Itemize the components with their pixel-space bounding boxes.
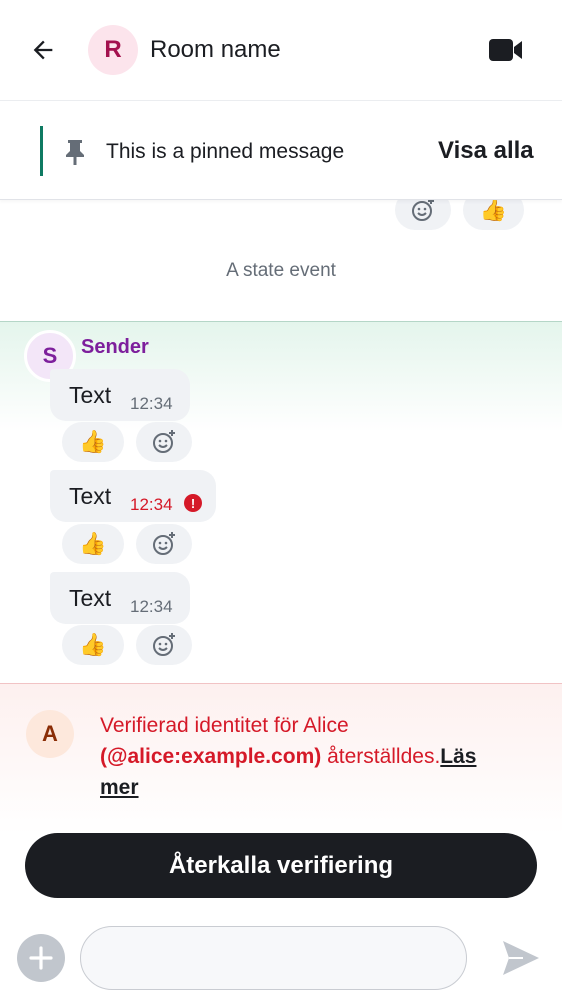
sender-name[interactable]: Sender [81,335,149,359]
reaction-chip[interactable]: 👍 [62,625,124,665]
message-text: Text [69,382,112,408]
message-text: Text [69,483,112,509]
reaction-chip[interactable]: 👍 [62,422,124,462]
add-reaction-icon [153,430,175,453]
thumbs-up-emoji: 👍 [79,429,107,454]
add-attachment-button[interactable] [17,934,65,982]
view-all-pinned-button[interactable]: Visa alla [438,136,534,166]
user-avatar: A [26,710,74,758]
identity-reset-message: Verifierad identitet för Alice (@alice:e… [100,710,520,803]
add-reaction-button[interactable] [136,524,192,564]
thumbs-up-emoji: 👍 [479,197,508,222]
message-timestamp: 12:34 [130,394,173,413]
message-timestamp-failed: 12:34 [130,495,173,514]
room-title[interactable]: Room name [150,35,281,65]
message-bubble-failed[interactable]: Text 12:34 ! [50,470,216,522]
top-app-bar: R Room name [0,0,562,100]
identity-reset-prefix: Verifierad identitet för Alice [100,714,349,737]
message-timestamp: 12:34 [130,597,173,616]
add-reaction-icon [153,532,175,555]
room-screen: R Room name This is a pinned message Vis… [0,0,562,1000]
add-reaction-button[interactable] [136,625,192,665]
room-avatar[interactable]: R [88,25,138,75]
pinned-message-text: This is a pinned message [106,140,345,163]
error-icon[interactable]: ! [184,494,202,512]
reaction-chip[interactable]: 👍 [62,524,124,564]
withdraw-verification-button[interactable]: Återkalla verifiering [25,833,537,898]
thumbs-up-emoji: 👍 [79,531,107,556]
add-reaction-icon [153,633,175,656]
add-reaction-button[interactable] [136,422,192,462]
send-icon [503,941,539,975]
message-bubble[interactable]: Text 12:34 [50,369,190,421]
identity-user-id: (@alice:example.com) [100,745,322,768]
video-call-button[interactable] [486,32,526,68]
state-event-text: A state event [226,260,336,281]
back-button[interactable] [26,33,60,67]
thumbs-up-emoji: 👍 [79,632,107,657]
message-bubble[interactable]: Text 12:34 [50,572,190,624]
pinned-indicator-bar [40,126,43,176]
message-text: Text [69,585,112,611]
pin-icon [66,140,84,165]
message-composer-input[interactable] [80,926,467,990]
video-camera-icon [489,39,522,61]
arrow-left-icon [33,40,53,60]
plus-icon [29,946,53,970]
pinned-message-banner[interactable]: This is a pinned message Visa alla [0,100,562,200]
send-button[interactable] [498,936,544,980]
add-reaction-icon [412,198,434,221]
identity-reset-suffix: återställdes. [321,745,441,768]
